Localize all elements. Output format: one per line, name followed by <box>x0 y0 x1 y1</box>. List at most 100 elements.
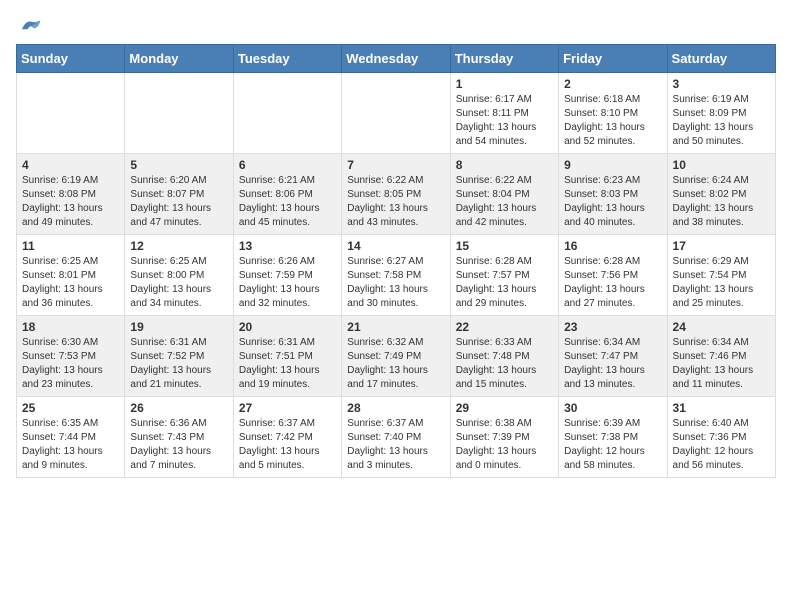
day-number: 16 <box>564 239 661 253</box>
day-info: Sunrise: 6:23 AM Sunset: 8:03 PM Dayligh… <box>564 174 661 230</box>
calendar-cell: 31 Sunrise: 6:40 AM Sunset: 7:36 PM Dayli… <box>667 397 775 478</box>
day-number: 5 <box>130 158 227 172</box>
calendar-cell: 24 Sunrise: 6:34 AM Sunset: 7:46 PM Dayli… <box>667 316 775 397</box>
day-number: 30 <box>564 401 661 415</box>
calendar-cell <box>125 73 233 154</box>
calendar-cell <box>233 73 341 154</box>
day-info: Sunrise: 6:35 AM Sunset: 7:44 PM Dayligh… <box>22 417 119 473</box>
calendar-cell <box>17 73 125 154</box>
weekday-header-friday: Friday <box>559 45 667 73</box>
day-info: Sunrise: 6:30 AM Sunset: 7:53 PM Dayligh… <box>22 336 119 392</box>
calendar-cell: 29Sunrise: 6:38 AM Sunset: 7:39 PM Dayli… <box>450 397 558 478</box>
calendar-cell: 3Sunrise: 6:19 AM Sunset: 8:09 PM Daylig… <box>667 73 775 154</box>
day-number: 22 <box>456 320 553 334</box>
calendar-cell: 11 Sunrise: 6:25 AM Sunset: 8:01 PM Dayli… <box>17 235 125 316</box>
calendar-cell: 28Sunrise: 6:37 AM Sunset: 7:40 PM Dayli… <box>342 397 450 478</box>
day-info: Sunrise: 6:24 AM Sunset: 8:02 PM Dayligh… <box>673 174 770 230</box>
day-number: 21 <box>347 320 444 334</box>
calendar-week-row: 4 Sunrise: 6:19 AM Sunset: 8:08 PM Daylig… <box>17 154 776 235</box>
calendar-cell: 12 Sunrise: 6:25 AM Sunset: 8:00 PM Dayli… <box>125 235 233 316</box>
calendar-cell: 16 Sunrise: 6:28 AM Sunset: 7:56 PM Dayli… <box>559 235 667 316</box>
day-number: 11 <box>22 239 119 253</box>
day-info: Sunrise: 6:22 AM Sunset: 8:04 PM Dayligh… <box>456 174 553 230</box>
calendar-cell: 30 Sunrise: 6:39 AM Sunset: 7:38 PM Dayli… <box>559 397 667 478</box>
calendar-table: SundayMondayTuesdayWednesdayThursdayFrid… <box>16 44 776 478</box>
calendar-cell: 22 Sunrise: 6:33 AM Sunset: 7:48 PM Dayli… <box>450 316 558 397</box>
day-info: Sunrise: 6:22 AM Sunset: 8:05 PM Dayligh… <box>347 174 444 230</box>
weekday-header-tuesday: Tuesday <box>233 45 341 73</box>
day-info: Sunrise: 6:28 AM Sunset: 7:56 PM Dayligh… <box>564 255 661 311</box>
day-number: 10 <box>673 158 770 172</box>
logo-bird-icon <box>18 16 42 36</box>
calendar-cell: 17 Sunrise: 6:29 AM Sunset: 7:54 PM Dayli… <box>667 235 775 316</box>
day-info: Sunrise: 6:37 AM Sunset: 7:42 PM Dayligh… <box>239 417 336 473</box>
weekday-header-monday: Monday <box>125 45 233 73</box>
page-header <box>16 16 776 32</box>
day-info: Sunrise: 6:34 AM Sunset: 7:47 PM Dayligh… <box>564 336 661 392</box>
day-number: 9 <box>564 158 661 172</box>
day-number: 18 <box>22 320 119 334</box>
day-info: Sunrise: 6:36 AM Sunset: 7:43 PM Dayligh… <box>130 417 227 473</box>
calendar-week-row: 18 Sunrise: 6:30 AM Sunset: 7:53 PM Dayli… <box>17 316 776 397</box>
day-number: 6 <box>239 158 336 172</box>
calendar-week-row: 1Sunrise: 6:17 AM Sunset: 8:11 PM Daylig… <box>17 73 776 154</box>
day-number: 19 <box>130 320 227 334</box>
day-info: Sunrise: 6:18 AM Sunset: 8:10 PM Dayligh… <box>564 93 661 149</box>
day-info: Sunrise: 6:39 AM Sunset: 7:38 PM Dayligh… <box>564 417 661 473</box>
day-info: Sunrise: 6:25 AM Sunset: 8:01 PM Dayligh… <box>22 255 119 311</box>
day-number: 23 <box>564 320 661 334</box>
day-number: 27 <box>239 401 336 415</box>
calendar-cell: 10 Sunrise: 6:24 AM Sunset: 8:02 PM Dayli… <box>667 154 775 235</box>
day-info: Sunrise: 6:28 AM Sunset: 7:57 PM Dayligh… <box>456 255 553 311</box>
day-number: 24 <box>673 320 770 334</box>
weekday-header-wednesday: Wednesday <box>342 45 450 73</box>
day-info: Sunrise: 6:19 AM Sunset: 8:08 PM Dayligh… <box>22 174 119 230</box>
day-info: Sunrise: 6:31 AM Sunset: 7:51 PM Dayligh… <box>239 336 336 392</box>
weekday-header-saturday: Saturday <box>667 45 775 73</box>
calendar-cell: 1Sunrise: 6:17 AM Sunset: 8:11 PM Daylig… <box>450 73 558 154</box>
day-number: 13 <box>239 239 336 253</box>
calendar-cell <box>342 73 450 154</box>
day-info: Sunrise: 6:20 AM Sunset: 8:07 PM Dayligh… <box>130 174 227 230</box>
weekday-header-row: SundayMondayTuesdayWednesdayThursdayFrid… <box>17 45 776 73</box>
calendar-cell: 2 Sunrise: 6:18 AM Sunset: 8:10 PM Daylig… <box>559 73 667 154</box>
calendar-cell: 14 Sunrise: 6:27 AM Sunset: 7:58 PM Dayli… <box>342 235 450 316</box>
day-number: 8 <box>456 158 553 172</box>
day-number: 31 <box>673 401 770 415</box>
day-number: 4 <box>22 158 119 172</box>
day-number: 2 <box>564 77 661 91</box>
day-info: Sunrise: 6:31 AM Sunset: 7:52 PM Dayligh… <box>130 336 227 392</box>
calendar-cell: 18 Sunrise: 6:30 AM Sunset: 7:53 PM Dayli… <box>17 316 125 397</box>
day-info: Sunrise: 6:21 AM Sunset: 8:06 PM Dayligh… <box>239 174 336 230</box>
calendar-cell: 27 Sunrise: 6:37 AM Sunset: 7:42 PM Dayli… <box>233 397 341 478</box>
day-info: Sunrise: 6:29 AM Sunset: 7:54 PM Dayligh… <box>673 255 770 311</box>
day-info: Sunrise: 6:34 AM Sunset: 7:46 PM Dayligh… <box>673 336 770 392</box>
weekday-header-sunday: Sunday <box>17 45 125 73</box>
day-info: Sunrise: 6:27 AM Sunset: 7:58 PM Dayligh… <box>347 255 444 311</box>
calendar-cell: 6 Sunrise: 6:21 AM Sunset: 8:06 PM Daylig… <box>233 154 341 235</box>
day-info: Sunrise: 6:25 AM Sunset: 8:00 PM Dayligh… <box>130 255 227 311</box>
calendar-cell: 20Sunrise: 6:31 AM Sunset: 7:51 PM Dayli… <box>233 316 341 397</box>
calendar-cell: 8 Sunrise: 6:22 AM Sunset: 8:04 PM Daylig… <box>450 154 558 235</box>
calendar-cell: 25 Sunrise: 6:35 AM Sunset: 7:44 PM Dayli… <box>17 397 125 478</box>
logo <box>16 16 42 32</box>
calendar-cell: 5 Sunrise: 6:20 AM Sunset: 8:07 PM Daylig… <box>125 154 233 235</box>
day-number: 25 <box>22 401 119 415</box>
calendar-cell: 21Sunrise: 6:32 AM Sunset: 7:49 PM Dayli… <box>342 316 450 397</box>
day-number: 28 <box>347 401 444 415</box>
calendar-cell: 13 Sunrise: 6:26 AM Sunset: 7:59 PM Dayli… <box>233 235 341 316</box>
calendar-week-row: 25 Sunrise: 6:35 AM Sunset: 7:44 PM Dayli… <box>17 397 776 478</box>
day-info: Sunrise: 6:19 AM Sunset: 8:09 PM Dayligh… <box>673 93 770 149</box>
day-info: Sunrise: 6:40 AM Sunset: 7:36 PM Dayligh… <box>673 417 770 473</box>
calendar-week-row: 11 Sunrise: 6:25 AM Sunset: 8:01 PM Dayli… <box>17 235 776 316</box>
day-info: Sunrise: 6:17 AM Sunset: 8:11 PM Dayligh… <box>456 93 553 149</box>
day-number: 17 <box>673 239 770 253</box>
day-info: Sunrise: 6:26 AM Sunset: 7:59 PM Dayligh… <box>239 255 336 311</box>
calendar-cell: 26 Sunrise: 6:36 AM Sunset: 7:43 PM Dayli… <box>125 397 233 478</box>
day-number: 26 <box>130 401 227 415</box>
day-number: 7 <box>347 158 444 172</box>
day-number: 12 <box>130 239 227 253</box>
day-info: Sunrise: 6:33 AM Sunset: 7:48 PM Dayligh… <box>456 336 553 392</box>
calendar-cell: 7 Sunrise: 6:22 AM Sunset: 8:05 PM Daylig… <box>342 154 450 235</box>
day-number: 14 <box>347 239 444 253</box>
